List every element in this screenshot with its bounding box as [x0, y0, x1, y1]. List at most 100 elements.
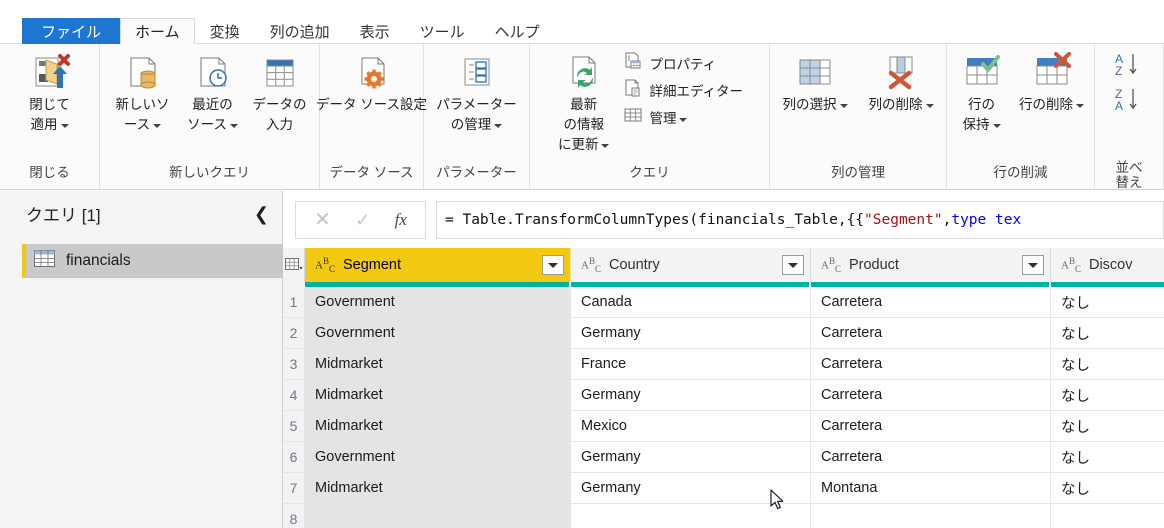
- column-header-country[interactable]: ABC Country: [571, 248, 811, 282]
- cell-discov[interactable]: [1051, 504, 1164, 528]
- accept-formula-icon[interactable]: ✓: [355, 211, 370, 229]
- cell-country[interactable]: France: [571, 349, 811, 379]
- chevron-down-icon[interactable]: [679, 118, 688, 123]
- data-source-settings-icon: [352, 51, 392, 93]
- cell-segment[interactable]: Midmarket: [305, 473, 571, 503]
- ribbon-group-label-parameters: パラメーター: [436, 165, 517, 180]
- cell-country[interactable]: Canada: [571, 287, 811, 317]
- table-row[interactable]: 6 Government Germany Carretera なし: [283, 442, 1164, 473]
- chevron-left-icon[interactable]: ❮: [254, 205, 269, 223]
- cell-discov[interactable]: なし: [1051, 318, 1164, 348]
- cell-product[interactable]: [811, 504, 1051, 528]
- table-row[interactable]: 8: [283, 504, 1164, 528]
- cell-discov[interactable]: なし: [1051, 380, 1164, 410]
- column-header-segment[interactable]: ABC Segment: [305, 248, 571, 282]
- manage-button[interactable]: 管理: [619, 105, 747, 129]
- ribbon-tab-1[interactable]: ホーム: [120, 18, 195, 44]
- formula-input[interactable]: = Table.TransformColumnTypes(financials_…: [436, 200, 1164, 239]
- query-list-item-financials[interactable]: financials: [22, 244, 283, 278]
- ribbon-tab-2[interactable]: 変換: [195, 18, 255, 44]
- chevron-down-icon[interactable]: [925, 104, 934, 109]
- remove-columns-button[interactable]: 列の削除: [858, 51, 944, 113]
- ribbon-group-label-data-source: データ ソース: [329, 165, 414, 180]
- ribbon-tab-4[interactable]: 表示: [345, 18, 405, 44]
- advanced-editor-button[interactable]: 詳細エディター: [619, 78, 747, 102]
- column-header-product[interactable]: ABC Product: [811, 248, 1051, 282]
- sort-ascending-button[interactable]: A Z: [1109, 50, 1149, 85]
- cell-discov[interactable]: なし: [1051, 473, 1164, 503]
- cell-product[interactable]: Carretera: [811, 411, 1051, 441]
- column-header-discov[interactable]: ABC Discov: [1051, 248, 1164, 282]
- new-source-button[interactable]: 新しいソ ース: [107, 51, 179, 133]
- chevron-down-icon[interactable]: [992, 124, 1001, 129]
- cell-segment[interactable]: Government: [305, 442, 571, 472]
- chevron-down-icon[interactable]: [494, 124, 503, 129]
- column-header-label: Segment: [342, 257, 402, 273]
- row-number: 8: [283, 504, 305, 528]
- table-row[interactable]: 2 Government Germany Carretera なし: [283, 318, 1164, 349]
- cell-country[interactable]: Germany: [571, 473, 811, 503]
- column-filter-dropdown-segment[interactable]: [542, 255, 564, 275]
- choose-columns-icon: [794, 51, 836, 93]
- close-and-apply-button[interactable]: 閉じて 適用: [6, 51, 94, 133]
- cell-segment[interactable]: Midmarket: [305, 380, 571, 410]
- chevron-down-icon[interactable]: [60, 124, 69, 129]
- table-row[interactable]: 3 Midmarket France Carretera なし: [283, 349, 1164, 380]
- cell-product[interactable]: Carretera: [811, 349, 1051, 379]
- cell-product[interactable]: Carretera: [811, 287, 1051, 317]
- cancel-formula-icon[interactable]: ✕: [314, 210, 331, 230]
- cell-product[interactable]: Montana: [811, 473, 1051, 503]
- cell-segment[interactable]: Midmarket: [305, 411, 571, 441]
- cell-product[interactable]: Carretera: [811, 318, 1051, 348]
- cell-segment[interactable]: [305, 504, 571, 528]
- refresh-preview-button[interactable]: 最新 の情報 に更新: [552, 51, 616, 153]
- recent-sources-button[interactable]: 最近の ソース: [179, 51, 247, 133]
- ribbon-tab-0[interactable]: ファイル: [22, 18, 121, 44]
- ribbon-tab-3[interactable]: 列の追加: [255, 18, 345, 44]
- cell-country[interactable]: [571, 504, 811, 528]
- properties-button[interactable]: プロパティ: [619, 51, 747, 75]
- column-filter-dropdown-product[interactable]: [1022, 255, 1044, 275]
- chevron-down-icon[interactable]: [153, 124, 162, 129]
- table-row[interactable]: 5 Midmarket Mexico Carretera なし: [283, 411, 1164, 442]
- cell-discov[interactable]: なし: [1051, 287, 1164, 317]
- cell-segment[interactable]: Government: [305, 287, 571, 317]
- enter-data-button[interactable]: データの 入力: [247, 51, 313, 133]
- table-row[interactable]: 1 Government Canada Carretera なし: [283, 287, 1164, 318]
- chevron-down-icon[interactable]: [601, 144, 610, 149]
- ribbon-tab-5[interactable]: ツール: [405, 18, 480, 44]
- grid-header-row: ABC Segment ABC Country ABC Product ABC Discov: [283, 248, 1164, 282]
- choose-columns-button[interactable]: 列の選択: [772, 51, 858, 113]
- table-row[interactable]: 7 Midmarket Germany Montana なし: [283, 473, 1164, 504]
- cell-discov[interactable]: なし: [1051, 411, 1164, 441]
- ribbon-group-label-close: 閉じる: [29, 165, 70, 180]
- keep-rows-button[interactable]: 行の 保持: [951, 51, 1013, 133]
- table-row[interactable]: 4 Midmarket Germany Carretera なし: [283, 380, 1164, 411]
- manage-parameters-label-2: の管理: [451, 116, 503, 133]
- cell-country[interactable]: Mexico: [571, 411, 811, 441]
- svg-text:Z: Z: [1115, 64, 1122, 78]
- column-filter-dropdown-country[interactable]: [782, 255, 804, 275]
- remove-rows-button[interactable]: 行の削除: [1013, 51, 1091, 113]
- cell-product[interactable]: Carretera: [811, 380, 1051, 410]
- cell-product[interactable]: Carretera: [811, 442, 1051, 472]
- cell-segment[interactable]: Government: [305, 318, 571, 348]
- chevron-down-icon[interactable]: [1076, 104, 1084, 109]
- queries-pane-title: クエリ [1]: [26, 206, 101, 225]
- cell-discov[interactable]: なし: [1051, 349, 1164, 379]
- data-source-settings-button[interactable]: データ ソース設定: [310, 51, 433, 113]
- row-number: 5: [283, 411, 305, 441]
- ribbon-tab-6[interactable]: ヘルプ: [480, 18, 555, 44]
- chevron-down-icon[interactable]: [839, 104, 848, 109]
- cell-country[interactable]: Germany: [571, 380, 811, 410]
- cell-discov[interactable]: なし: [1051, 442, 1164, 472]
- cell-country[interactable]: Germany: [571, 318, 811, 348]
- select-all-columns-button[interactable]: [283, 248, 305, 282]
- keep-rows-icon: [960, 51, 1004, 93]
- manage-parameters-button[interactable]: パラメーター の管理: [428, 51, 526, 133]
- cell-segment[interactable]: Midmarket: [305, 349, 571, 379]
- sort-descending-button[interactable]: Z A: [1109, 85, 1149, 120]
- insert-step-fx-icon[interactable]: fx: [395, 210, 407, 230]
- cell-country[interactable]: Germany: [571, 442, 811, 472]
- chevron-down-icon[interactable]: [229, 124, 238, 129]
